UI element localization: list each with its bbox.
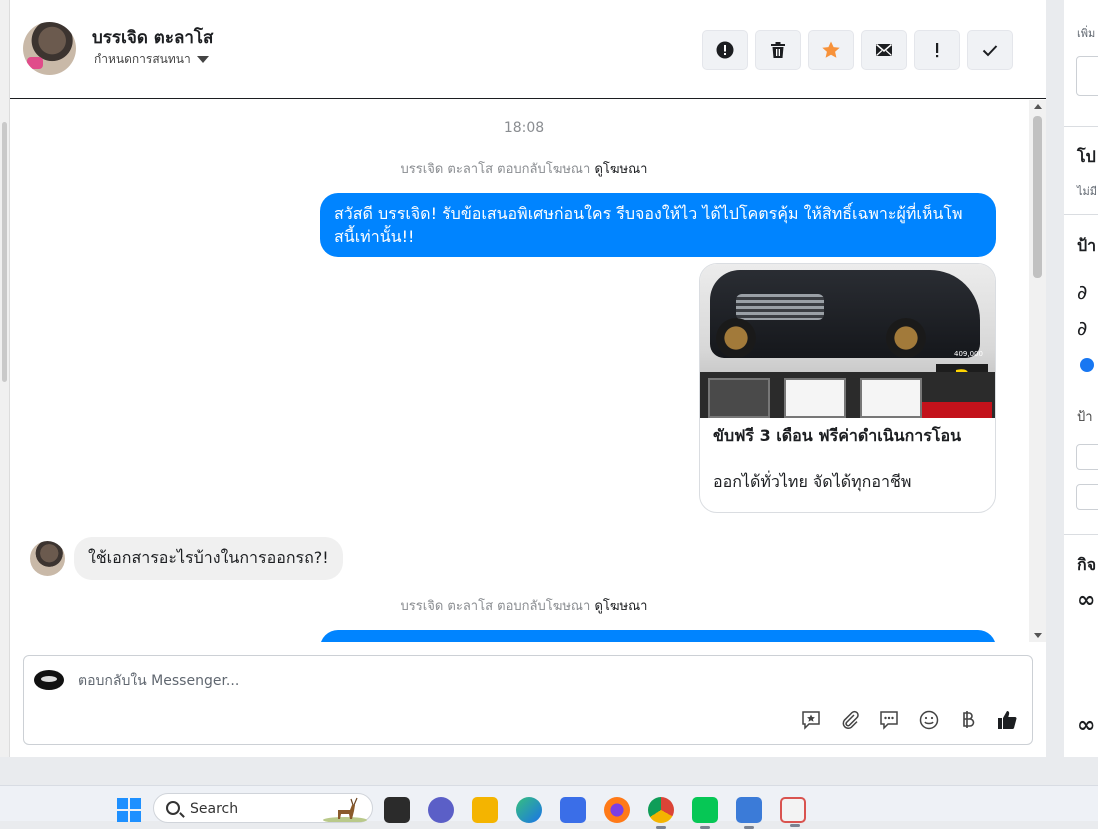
mark-spam-button[interactable] <box>702 30 748 70</box>
sidebar-labels-subtitle: ป้า <box>1077 410 1093 425</box>
assign-label: กำหนดการสนทนา <box>94 52 191 66</box>
reply-input[interactable]: ตอบกลับใน Messenger... <box>78 670 239 692</box>
details-sidebar: เพิ่ม โป ไม่มี ป้า ∂ ∂ ป้า กิจ ∞ ∞ <box>1064 0 1098 757</box>
star-icon <box>822 41 840 58</box>
ad-card-image: 409,000 3 <box>700 264 995 418</box>
outgoing-message[interactable] <box>320 630 996 642</box>
sidebar-checkbox[interactable] <box>1076 484 1098 510</box>
sidebar-add-button[interactable] <box>1076 56 1098 96</box>
trash-icon <box>771 42 785 58</box>
paperclip-icon <box>842 710 859 730</box>
payment-button[interactable] <box>956 708 980 732</box>
reply-composer[interactable]: ตอบกลับใน Messenger... <box>23 655 1033 745</box>
ad-price: 409,000 <box>954 350 983 358</box>
ad-reply-note: บรรเจิด ตะลาโส ตอบกลับโฆษณา ดูโฆษณา <box>10 158 1038 179</box>
ad-card[interactable]: 409,000 3 ขับฟรี 3 เดือน ฟรีค่าดำเนินการ… <box>699 263 996 513</box>
thumbs-up-icon <box>998 711 1017 729</box>
contact-name[interactable]: บรรเจิด ตะลาโส <box>92 24 213 51</box>
sidebar-activity-item: ∞ <box>1077 588 1096 613</box>
thread-scrollbar[interactable] <box>1029 100 1046 642</box>
quick-reply-button[interactable] <box>877 708 901 732</box>
sidebar-section-title: โป <box>1077 147 1096 166</box>
taskbar-search[interactable]: Search <box>153 793 373 823</box>
mark-unread-button[interactable] <box>861 30 907 70</box>
search-icon <box>166 801 180 815</box>
ad-card-title: ขับฟรี 3 เดือน ฟรีค่าดำเนินการโอน <box>713 426 961 445</box>
sidebar-checkbox[interactable] <box>1076 444 1098 470</box>
chat-bubble-icon <box>880 711 898 730</box>
folder-icon[interactable] <box>472 797 498 823</box>
envelope-icon <box>876 43 892 56</box>
message-thread[interactable]: 18:08 บรรเจิด ตะลาโส ตอบกลับโฆษณา ดูโฆษณ… <box>10 100 1046 642</box>
incoming-message[interactable]: ใช้เอกสารอะไรบ้างในการออกรถ?! <box>74 537 343 580</box>
snipping-icon[interactable] <box>780 797 806 827</box>
contact-avatar[interactable] <box>23 22 76 75</box>
line-icon[interactable] <box>692 797 718 829</box>
ad-reply-note: บรรเจิด ตะลาโส ตอบกลับโฆษณา ดูโฆษณา <box>10 595 1038 616</box>
emoji-button[interactable] <box>917 708 941 732</box>
sidebar-activity-item: ∞ <box>1077 713 1096 738</box>
follow-up-button[interactable] <box>914 30 960 70</box>
sidebar-label-item[interactable]: ∂ <box>1077 316 1087 340</box>
saved-reply-icon <box>802 711 820 730</box>
delete-button[interactable] <box>755 30 801 70</box>
page-scroll-thumb[interactable] <box>2 122 7 382</box>
attach-button[interactable] <box>838 708 862 732</box>
ad-reply-text: บรรเจิด ตะลาโส ตอบกลับโฆษณา <box>400 599 591 614</box>
exclamation-icon <box>936 43 939 58</box>
truck-image <box>710 270 980 358</box>
sender-avatar <box>30 541 65 576</box>
saved-reply-button[interactable] <box>799 708 823 732</box>
check-icon <box>982 45 998 57</box>
sidebar-add-label: เพิ่ม <box>1077 27 1096 40</box>
assign-conversation-dropdown[interactable]: กำหนดการสนทนา <box>94 50 209 69</box>
page-avatar <box>34 670 64 690</box>
sidebar-empty-text: ไม่มี <box>1077 185 1098 198</box>
ad-card-subtitle: ออกได้ทั่วไทย จัดได้ทุกอาชีพ <box>713 472 912 491</box>
mark-done-button[interactable] <box>967 30 1013 70</box>
scroll-down-icon[interactable] <box>1034 633 1042 638</box>
taskbar-search-label: Search <box>190 801 239 817</box>
view-ad-link[interactable]: ดูโฆษณา <box>594 599 647 614</box>
emoji-icon <box>919 710 939 730</box>
search-highlight-icon <box>323 797 367 822</box>
sidebar-activity-title: กิจ <box>1077 555 1097 574</box>
firefox-icon[interactable] <box>604 797 630 823</box>
page-scrollbar[interactable] <box>0 0 10 757</box>
chrome-icon[interactable] <box>648 797 674 829</box>
windows-start-icon[interactable] <box>117 798 141 822</box>
add-label-icon[interactable] <box>1080 358 1094 372</box>
conversation-header: บรรเจิด ตะลาโส กำหนดการสนทนา <box>10 0 1046 99</box>
ad-reply-text: บรรเจิด ตะลาโส ตอบกลับโฆษณา <box>400 162 591 177</box>
star-button[interactable] <box>808 30 854 70</box>
file-explorer-icon[interactable] <box>384 797 410 823</box>
scroll-thumb[interactable] <box>1033 116 1042 278</box>
conversation-panel: บรรเจิด ตะลาโส กำหนดการสนทนา 18:08 บรรเจ… <box>10 0 1046 757</box>
teams-icon[interactable] <box>428 797 454 823</box>
caret-down-icon <box>196 56 209 63</box>
alert-circle-icon <box>716 41 734 59</box>
sidebar-label-item[interactable]: ∂ <box>1077 280 1087 304</box>
notepad-icon[interactable] <box>736 797 762 829</box>
message-timestamp: 18:08 <box>503 120 545 136</box>
view-ad-link[interactable]: ดูโฆษณา <box>594 162 647 177</box>
scroll-up-icon[interactable] <box>1034 104 1042 109</box>
like-button[interactable] <box>995 708 1019 732</box>
store-icon[interactable] <box>560 797 586 823</box>
sidebar-labels-title: ป้า <box>1077 236 1097 255</box>
edge-icon[interactable] <box>516 797 542 823</box>
outgoing-message[interactable]: สวัสดี บรรเจิด! รับข้อเสนอพิเศษก่อนใคร ร… <box>320 193 996 257</box>
baht-icon <box>963 711 975 728</box>
windows-taskbar: Search <box>0 785 1098 829</box>
